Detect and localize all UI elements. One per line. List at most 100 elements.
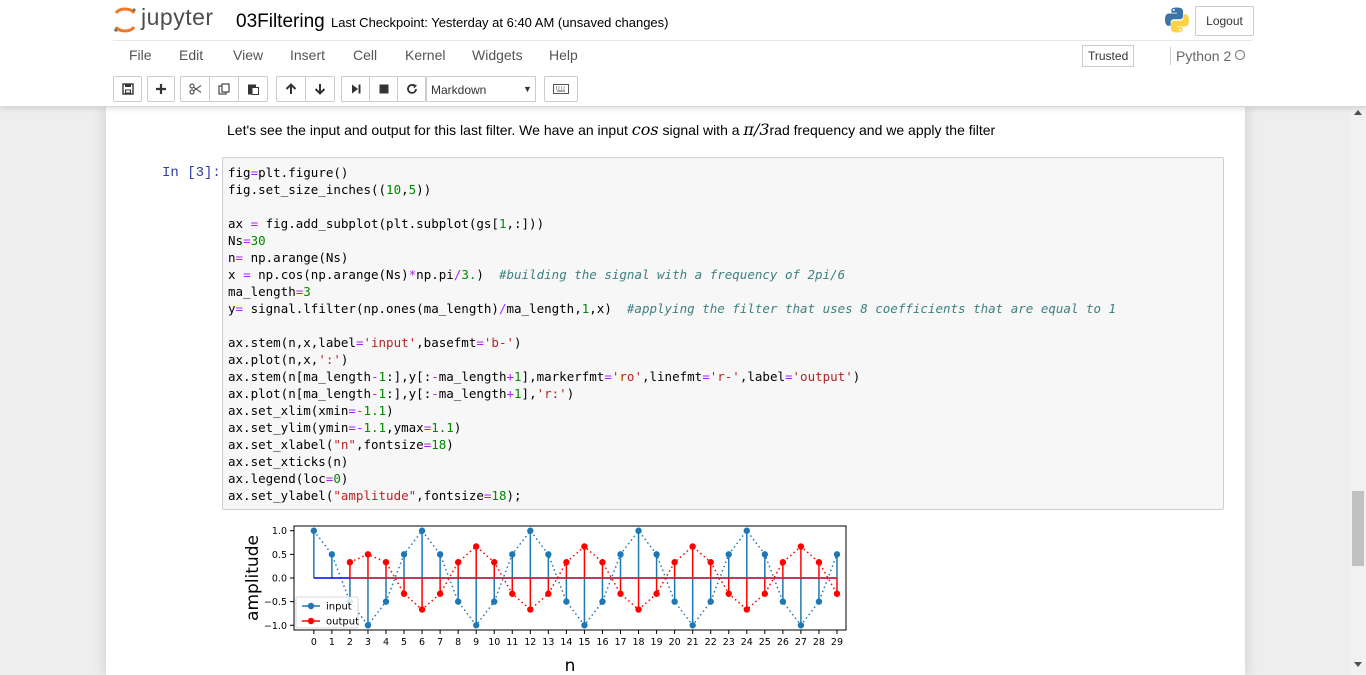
page-scrollbar[interactable] — [1350, 106, 1366, 675]
xtick-label: 22 — [705, 637, 717, 648]
checkpoint-status: Last Checkpoint: Yesterday at 6:40 AM (u… — [331, 15, 669, 30]
code-cell-editor[interactable]: fig=plt.figure() fig.set_size_inches((10… — [222, 157, 1224, 510]
output-marker — [815, 559, 823, 566]
code-line: fig=plt.figure() — [228, 165, 349, 180]
scrollbar-thumb[interactable] — [1352, 491, 1364, 566]
code-line: ax.stem(n[ma_length-1:],y[:-ma_length+1]… — [228, 369, 861, 384]
xtick-label: 26 — [777, 637, 789, 648]
keyboard-icon — [553, 84, 569, 94]
xtick-label: 25 — [759, 637, 771, 648]
output-marker — [382, 559, 390, 566]
xtick-label: 14 — [560, 637, 572, 648]
xtick-label: 10 — [488, 637, 500, 648]
cut-icon — [188, 83, 201, 95]
restart-button[interactable] — [397, 76, 426, 102]
markdown-text-mid: signal with a — [658, 122, 744, 138]
notebook-container: Let's see the input and output for this … — [106, 106, 1245, 675]
move-down-button[interactable] — [305, 76, 335, 102]
legend-label: output — [326, 617, 359, 628]
markdown-cell-text[interactable]: Let's see the input and output for this … — [227, 120, 995, 139]
menu-kernel[interactable]: Kernel — [405, 47, 445, 63]
xtick-label: 13 — [542, 637, 554, 648]
legend-marker — [307, 617, 315, 625]
menu-view[interactable]: View — [233, 47, 263, 63]
ytick-label: −0.5 — [264, 597, 287, 608]
step-forward-icon — [351, 84, 360, 94]
xtick-label: 24 — [741, 637, 753, 648]
math-pi-over-3: π/3 — [743, 120, 770, 139]
insert-cell-button[interactable] — [147, 76, 175, 102]
plus-icon — [156, 84, 166, 94]
output-marker — [472, 543, 480, 550]
menubar: File Edit View Insert Cell Kernel Widget… — [113, 40, 1252, 71]
run-button[interactable] — [341, 76, 370, 102]
scroll-down-arrow-icon[interactable] — [1354, 662, 1362, 667]
output-marker — [581, 543, 588, 550]
interrupt-button[interactable] — [369, 76, 398, 102]
legend-label: input — [326, 602, 352, 613]
output-marker — [491, 559, 498, 566]
input-marker — [653, 551, 660, 558]
input-marker — [310, 527, 318, 534]
code-line: ax.set_xlim(xmin=-1.1) — [228, 403, 394, 418]
code-line: ax.plot(n,x,':') — [228, 352, 349, 367]
move-up-button[interactable] — [276, 76, 306, 102]
xtick-label: 15 — [578, 637, 590, 648]
code-line: fig.set_size_inches((10,5)) — [228, 182, 432, 197]
markdown-text-before: Let's see the input and output for this … — [227, 122, 632, 138]
menu-file[interactable]: File — [129, 47, 152, 63]
xtick-label: 3 — [365, 637, 371, 648]
menu-help[interactable]: Help — [549, 47, 578, 63]
xtick-label: 4 — [383, 637, 389, 648]
output-marker — [346, 559, 354, 566]
math-cos: cos — [631, 120, 659, 139]
arrow-up-icon — [285, 83, 297, 94]
input-marker — [689, 622, 696, 629]
xtick-label: 2 — [347, 637, 353, 648]
xtick-label: 21 — [687, 637, 699, 648]
output-marker — [779, 559, 787, 566]
input-marker — [725, 551, 732, 558]
code-text[interactable]: fig=plt.figure() fig.set_size_inches((10… — [228, 164, 1116, 504]
trusted-indicator[interactable]: Trusted — [1082, 45, 1135, 67]
code-line: ax.set_ylabel("amplitude",fontsize=18); — [228, 488, 522, 503]
code-line: ax.set_xlabel("n",fontsize=18) — [228, 437, 454, 452]
xtick-label: 16 — [596, 637, 608, 648]
xtick-label: 12 — [524, 637, 536, 648]
logout-button[interactable]: Logout — [1195, 6, 1254, 36]
xtick-label: 9 — [473, 637, 479, 648]
menu-edit[interactable]: Edit — [179, 47, 203, 63]
menu-insert[interactable]: Insert — [290, 47, 325, 63]
input-marker — [328, 551, 336, 558]
input-marker — [599, 598, 606, 605]
input-marker — [418, 527, 426, 534]
output-marker — [545, 590, 552, 597]
output-marker — [364, 551, 372, 558]
command-palette-button[interactable] — [544, 76, 578, 102]
output-marker — [436, 590, 444, 597]
copy-button[interactable] — [209, 76, 239, 102]
kernel-name: Python 2 — [1170, 47, 1231, 65]
xtick-label: 5 — [401, 637, 407, 648]
output-marker — [617, 590, 624, 597]
jupyter-logo-text[interactable]: jupyter — [141, 4, 214, 31]
scroll-up-arrow-icon[interactable] — [1354, 110, 1362, 115]
output-marker — [707, 559, 714, 566]
menu-widgets[interactable]: Widgets — [472, 47, 523, 63]
cell-type-value: Markdown — [431, 83, 487, 97]
cell-type-select[interactable]: Markdown ▼ — [426, 76, 536, 102]
save-button[interactable] — [113, 76, 142, 102]
output-marker — [400, 590, 408, 597]
code-line: x = np.cos(np.arange(Ns)*np.pi/3.) #buil… — [228, 267, 846, 282]
menu-cell[interactable]: Cell — [353, 47, 377, 63]
output-marker — [833, 590, 841, 597]
input-marker — [563, 598, 570, 605]
notebook-name[interactable]: 03Filtering — [236, 11, 325, 33]
input-marker — [364, 622, 372, 629]
cut-button[interactable] — [180, 76, 210, 102]
paste-button[interactable] — [238, 76, 268, 102]
input-marker — [436, 551, 444, 558]
input-marker — [491, 598, 498, 605]
code-line: ax.stem(n,x,label='input',basefmt='b-') — [228, 335, 522, 350]
output-marker — [761, 590, 769, 597]
